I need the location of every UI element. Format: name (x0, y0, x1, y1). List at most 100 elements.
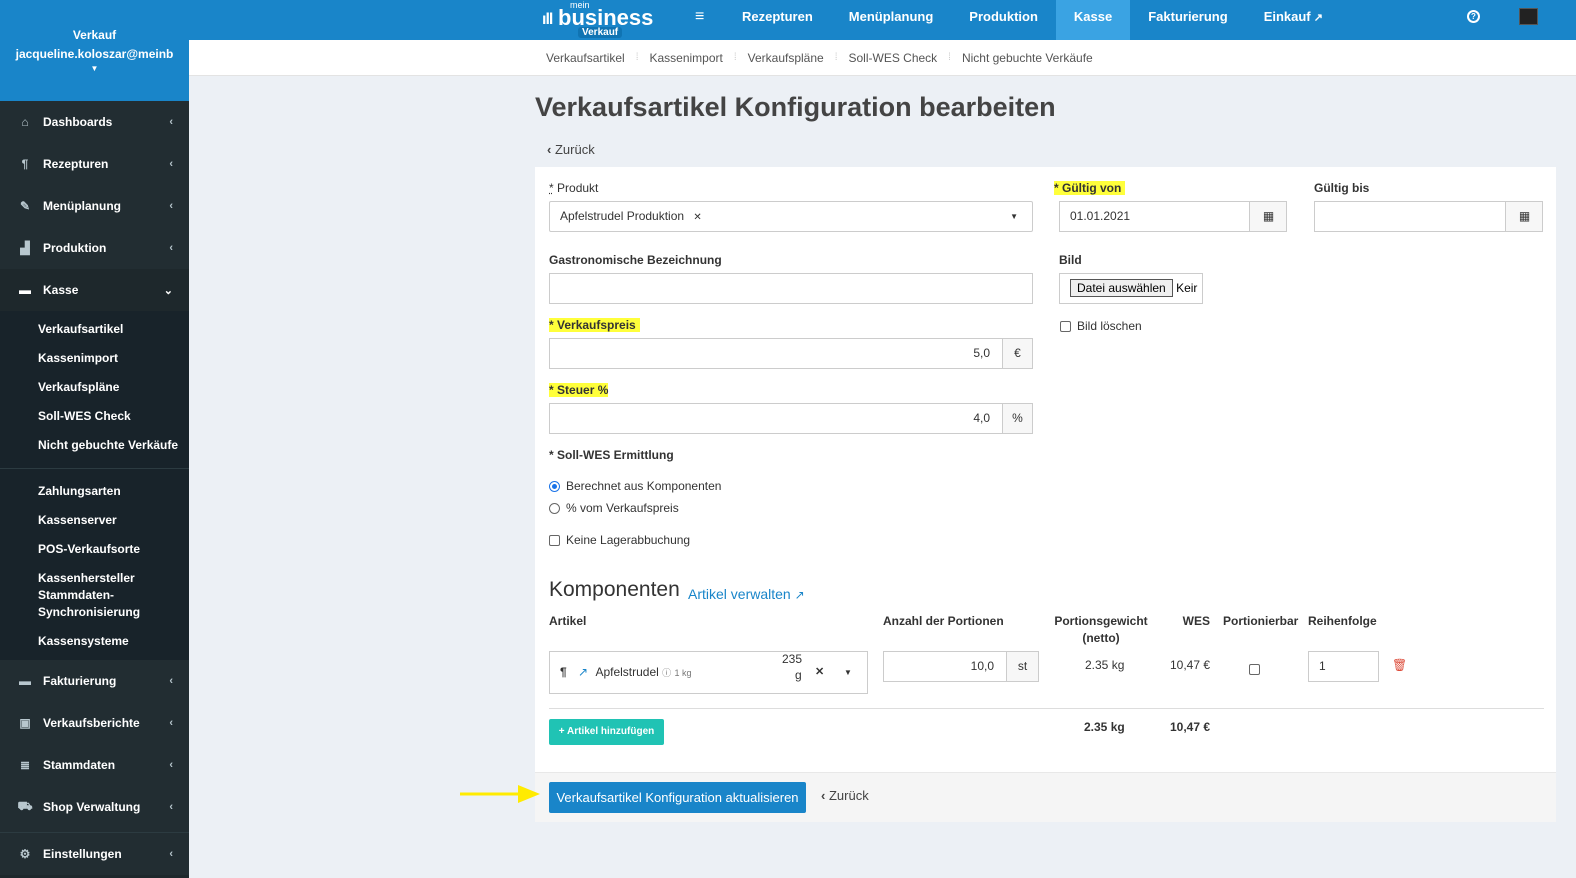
sidebar-subitem-pos-verkaufsorte[interactable]: POS-Verkaufsorte (0, 535, 189, 564)
sollwes-label: * Soll-WES Ermittlung (549, 448, 674, 462)
clear-selection-icon[interactable]: ✕ (693, 212, 701, 223)
chevron-left-icon: ‹ (169, 242, 173, 254)
sidebar-subitem-soll-wes-check[interactable]: Soll-WES Check (0, 402, 189, 431)
sidebar-menu: ⌂ Dashboards ‹ ¶ Rezepturen ‹ ✎ Menüplan… (0, 101, 189, 875)
user-role: Verkauf (72, 28, 117, 42)
sidebar: Verkauf jacqueline.koloszar@meinb ▼ ⌂ Da… (0, 0, 189, 878)
sidebar-item-label: Stammdaten (43, 758, 116, 772)
subnav-soll-wes-check[interactable]: Soll-WES Check (848, 51, 937, 65)
portionen-unit-addon: st (1006, 651, 1039, 682)
subnav-kassenimport[interactable]: Kassenimport (649, 51, 722, 65)
artikel-qty-bottom: g (795, 668, 802, 682)
sidebar-item-label: Einstellungen (43, 847, 122, 861)
main-nav: Rezepturen Menüplanung Produktion Kasse … (724, 0, 1341, 40)
artikel-select[interactable]: ¶ ↗ Apfelstrudel ⓘ 1 kg 235 g ✕ ▼ (549, 651, 868, 694)
radio-prozent[interactable] (549, 503, 560, 514)
sidebar-subitem-verkaufsplaene[interactable]: Verkaufspläne (0, 373, 189, 402)
sidebar-item-menueplanung[interactable]: ✎ Menüplanung ‹ (0, 185, 189, 227)
nav-rezepturen[interactable]: Rezepturen (724, 0, 831, 40)
nav-fakturierung[interactable]: Fakturierung (1130, 0, 1245, 40)
sidebar-subitem-verkaufsartikel[interactable]: Verkaufsartikel (0, 315, 189, 344)
sidebar-item-fakturierung[interactable]: ▬ Fakturierung ‹ (0, 660, 189, 702)
sidebar-item-kasse[interactable]: ▬ Kasse ⌄ (0, 269, 189, 311)
sidebar-subitem-zahlungsarten[interactable]: Zahlungsarten (0, 477, 189, 506)
sidebar-item-verkaufsberichte[interactable]: ▣ Verkaufsberichte ‹ (0, 702, 189, 744)
gueltig-von-input[interactable]: 01.01.2021 (1059, 201, 1250, 232)
subnav-nicht-gebuchte-verkaeufe[interactable]: Nicht gebuchte Verkäufe (962, 51, 1093, 65)
nav-menueplanung[interactable]: Menüplanung (831, 0, 952, 40)
external-link-icon: ↗ (794, 588, 805, 602)
th-wes: WES (1182, 614, 1210, 628)
external-link-icon[interactable]: ↗ (578, 665, 588, 679)
keine-lager-checkbox[interactable] (549, 535, 560, 546)
add-artikel-button[interactable]: + Artikel hinzufügen (549, 719, 664, 745)
th-reihenfolge: Reihenfolge (1308, 614, 1377, 628)
help-icon[interactable]: ? (1467, 10, 1480, 23)
plus-icon: + (558, 726, 565, 737)
bild-loeschen-checkbox[interactable] (1060, 321, 1071, 332)
caret-down-icon[interactable]: ▼ (1010, 202, 1018, 231)
artikel-verwalten-link[interactable]: Artikel verwalten ↗ (688, 586, 805, 602)
nav-kasse[interactable]: Kasse (1055, 0, 1131, 40)
caret-down-icon[interactable]: ▼ (0, 64, 189, 74)
total-weight: 2.35 kg (1084, 720, 1125, 734)
sidebar-item-produktion[interactable]: ▟ Produktion ‹ (0, 227, 189, 269)
file-choose-button[interactable]: Datei auswählen (1070, 279, 1173, 297)
radio-berechnet[interactable] (549, 481, 560, 492)
file-status: Keir (1176, 281, 1198, 295)
back-link-label: Zurück (828, 788, 869, 803)
form-card: * Produkt Apfelstrudel Produktion ✕ ▼ * … (535, 167, 1556, 822)
menu-toggle-icon[interactable]: ≡ (695, 8, 704, 26)
logo[interactable]: mein ıll business Verkauf (542, 0, 657, 40)
th-anzahl: Anzahl der Portionen (883, 614, 1004, 628)
update-button[interactable]: Verkaufsartikel Konfiguration aktualisie… (549, 782, 806, 813)
sidebar-subitem-nicht-gebuchte-verkaeufe[interactable]: Nicht gebuchte Verkäufe (0, 431, 189, 460)
th-gewicht: Portionsgewicht (netto) (1048, 613, 1154, 647)
artikel-verwalten-label: Artikel verwalten (688, 586, 791, 602)
sidebar-subitem-kassenimport[interactable]: Kassenimport (0, 344, 189, 373)
verkaufspreis-input[interactable]: 5,0 (549, 338, 1003, 369)
sidebar-subitem-kassenserver[interactable]: Kassenserver (0, 506, 189, 535)
sidebar-item-rezepturen[interactable]: ¶ Rezepturen ‹ (0, 143, 189, 185)
sidebar-item-stammdaten[interactable]: ≣ Stammdaten ‹ (0, 744, 189, 786)
avatar[interactable] (1519, 8, 1538, 25)
caret-down-icon[interactable]: ▼ (844, 652, 852, 693)
edit-icon: ✎ (19, 199, 31, 213)
sidebar-item-label: Verkaufsberichte (43, 716, 140, 730)
sidebar-item-shop-verwaltung[interactable]: ⛟ Shop Verwaltung ‹ (0, 786, 189, 828)
subnav-verkaufsartikel[interactable]: Verkaufsartikel (546, 51, 625, 65)
gastro-input[interactable] (549, 273, 1033, 304)
nav-einkauf[interactable]: Einkauf ↗ (1246, 0, 1341, 40)
sidebar-item-einstellungen[interactable]: ⚙ Einstellungen ‹ (0, 833, 189, 875)
produkt-select[interactable]: Apfelstrudel Produktion ✕ ▼ (549, 201, 1033, 232)
artikel-unit-info: 1 kg (674, 668, 692, 678)
gastro-label: Gastronomische Bezeichnung (549, 253, 722, 267)
bild-loeschen-label: Bild löschen (1077, 319, 1142, 333)
back-link-top[interactable]: ‹ Zurück (547, 142, 595, 157)
clear-selection-icon[interactable]: ✕ (815, 652, 824, 693)
th-portionierbar: Portionierbar (1223, 614, 1299, 628)
chevron-left-icon: ‹ (169, 759, 173, 771)
trash-icon[interactable]: 🗑 (1392, 658, 1407, 672)
sidebar-subitem-kassensysteme[interactable]: Kassensysteme (0, 627, 189, 656)
gueltig-bis-input[interactable] (1314, 201, 1506, 232)
portionen-input[interactable]: 10,0 (883, 651, 1007, 682)
calendar-icon[interactable]: ▦ (1249, 201, 1287, 232)
sidebar-item-label: Produktion (43, 241, 107, 255)
reihenfolge-input[interactable]: 1 (1308, 651, 1379, 682)
portionierbar-checkbox[interactable] (1249, 664, 1260, 675)
back-link-bottom[interactable]: ‹ Zurück (821, 788, 869, 803)
sidebar-item-dashboards[interactable]: ⌂ Dashboards ‹ (0, 101, 189, 143)
file-input[interactable]: Datei auswählen Keir (1059, 273, 1203, 304)
verkaufspreis-label-text: Verkaufspreis (557, 318, 636, 332)
user-panel[interactable]: Verkauf jacqueline.koloszar@meinb ▼ (0, 0, 189, 101)
th-artikel: Artikel (549, 614, 587, 628)
gear-icon: ⚙ (19, 847, 31, 861)
submenu-divider (0, 468, 189, 469)
nav-produktion[interactable]: Produktion (951, 0, 1056, 40)
steuer-input[interactable]: 4,0 (549, 403, 1003, 434)
steuer-label: * Steuer % (549, 383, 609, 397)
subnav-verkaufsplaene[interactable]: Verkaufspläne (748, 51, 824, 65)
calendar-icon[interactable]: ▦ (1505, 201, 1543, 232)
sidebar-subitem-kassenhersteller[interactable]: Kassenhersteller Stammdaten-Synchronisie… (0, 564, 189, 627)
